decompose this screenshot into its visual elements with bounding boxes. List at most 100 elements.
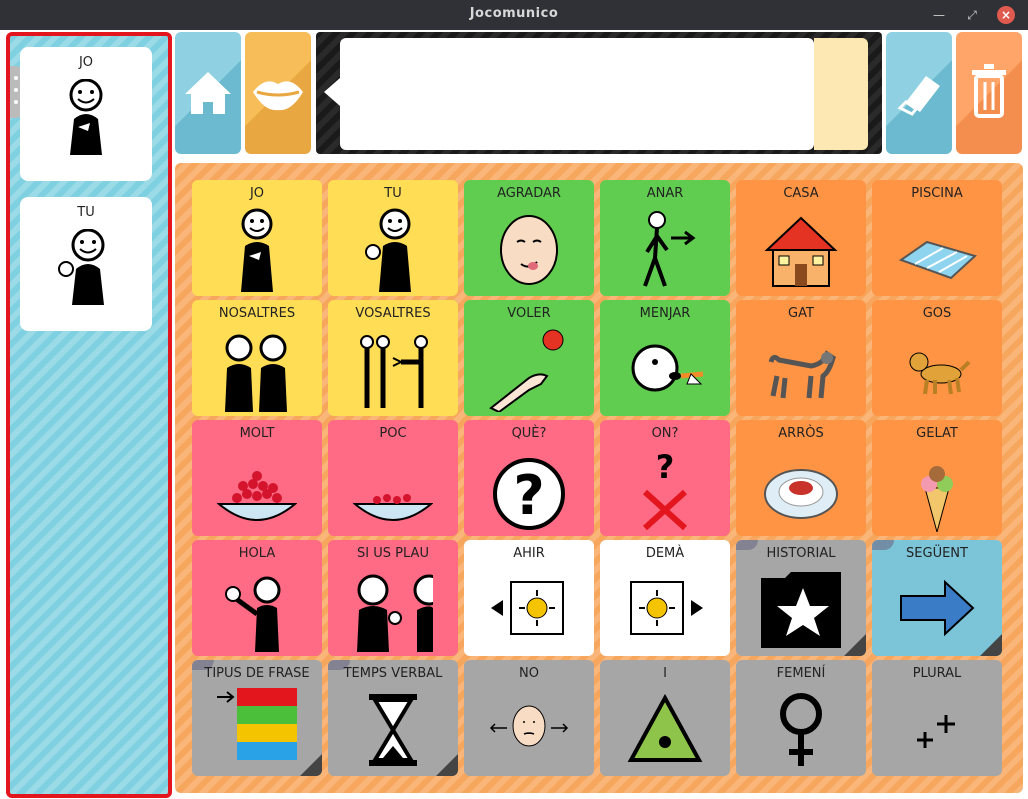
female-symbol-icon (780, 693, 822, 766)
please-icon (357, 574, 433, 652)
board-cell-jo[interactable]: JO (192, 180, 322, 296)
cell-label: TU (384, 186, 402, 201)
you-icon (365, 208, 411, 292)
cell-label: AHIR (513, 546, 545, 561)
board-cell-femeni[interactable]: FEMENÍ (736, 660, 866, 776)
cell-label: SEGÜENT (906, 546, 968, 561)
board-cell-piscina[interactable]: PISCINA (872, 180, 1002, 296)
star-folder-icon (761, 572, 841, 648)
board-cell-dema[interactable]: DEMÀ (600, 540, 730, 656)
reaching-hand-icon (489, 329, 564, 412)
yesterday-icon (491, 581, 564, 635)
walking-person-icon (643, 211, 696, 287)
board-cell-plural[interactable]: PLURAL (872, 660, 1002, 776)
board-cell-gat[interactable]: GAT (736, 300, 866, 416)
speak-button[interactable] (245, 32, 311, 154)
eraser-icon (897, 76, 940, 116)
board-cell-arros[interactable]: ARRÒS (736, 420, 866, 536)
sentence-type-icon (217, 688, 297, 760)
cell-label: VOLER (507, 306, 551, 321)
board-folder-seguent[interactable]: SEGÜENT (872, 540, 1002, 656)
eating-icon (631, 344, 704, 392)
hourglass-icon (369, 694, 417, 766)
cell-label: PISCINA (911, 186, 963, 201)
where-icon: ? (642, 448, 688, 531)
sentence-end-cap (814, 38, 868, 150)
cell-label: ON? (651, 426, 679, 441)
cell-label: ANAR (646, 186, 684, 201)
top-toolbar (175, 32, 1023, 154)
board-cell-hola[interactable]: HOLA (192, 540, 322, 656)
triangle-dot-icon (627, 693, 703, 762)
board-cell-on[interactable]: ON? ? (600, 420, 730, 536)
person-pointing-you-icon (58, 229, 105, 305)
restore-icon[interactable]: ⤢ (963, 6, 981, 24)
board-cell-gelat[interactable]: GELAT (872, 420, 1002, 536)
board-cell-poc[interactable]: POC (328, 420, 458, 536)
cell-label: MENJAR (639, 306, 691, 321)
board-cell-vosaltres[interactable]: VOSALTRES (328, 300, 458, 416)
svg-text:?: ? (513, 464, 544, 527)
sidebar-item-tu[interactable]: TU (20, 197, 152, 331)
board-cell-ahir[interactable]: AHIR (464, 540, 594, 656)
folder-corner (436, 754, 458, 776)
sentence-display[interactable] (340, 38, 814, 150)
board-cell-tu[interactable]: TU (328, 180, 458, 296)
board-folder-tipus-de-frase[interactable]: TIPUS DE FRASE (192, 660, 322, 776)
person-pointing-self-icon (69, 79, 103, 155)
cell-label: MOLT (239, 426, 275, 441)
licking-face-icon (500, 215, 558, 285)
dog-icon (909, 352, 971, 395)
sidebar-item-jo[interactable]: JO (20, 47, 152, 181)
communication-board: JO TU AGRADAR ANAR CASA PISCINA NOSALTRE… (175, 163, 1023, 793)
board-cell-nosaltres[interactable]: NOSALTRES (192, 300, 322, 416)
sentence-pointer (324, 78, 340, 106)
cell-label: TEMPS VERBAL (343, 666, 443, 681)
pool-icon (898, 240, 977, 280)
board-cell-anar[interactable]: ANAR (600, 180, 730, 296)
delete-button[interactable] (956, 32, 1022, 154)
home-button[interactable] (175, 32, 241, 154)
cell-label: QUÈ? (511, 426, 547, 441)
close-icon[interactable]: × (997, 6, 1015, 24)
board-cell-si-us-plau[interactable]: SI US PLAU (328, 540, 458, 656)
folder-corner (300, 754, 322, 776)
board-cell-molt[interactable]: MOLT (192, 420, 322, 536)
you-plural-icon (360, 335, 428, 408)
waving-person-icon (225, 576, 281, 652)
cell-label: NOSALTRES (218, 306, 296, 321)
sidebar-item-label: TU (77, 205, 95, 220)
board-folder-temps-verbal[interactable]: TEMPS VERBAL (328, 660, 458, 776)
arrow-right-icon (900, 579, 975, 637)
cell-label: TIPUS DE FRASE (204, 666, 310, 681)
board-cell-voler[interactable]: VOLER (464, 300, 594, 416)
bowl-full-icon (217, 471, 297, 521)
board-cell-gos[interactable]: GOS (872, 300, 1002, 416)
trash-icon (972, 64, 1006, 118)
cell-label: NO (519, 666, 539, 681)
app-body: JO TU JO TU AGRADAR ANAR CASA PISCINA NO… (0, 30, 1028, 799)
minimize-icon[interactable]: — (930, 6, 948, 24)
sidebar-panel: JO TU (6, 32, 172, 798)
cell-label: HISTORIAL (766, 546, 836, 561)
tomorrow-icon (630, 581, 703, 635)
board-cell-menjar[interactable]: MENJAR (600, 300, 730, 416)
plural-plus-icon (917, 715, 955, 748)
title-bar: Jocomunico — ⤢ × (0, 0, 1028, 30)
cell-label: SI US PLAU (357, 546, 429, 561)
cell-label: CASA (783, 186, 819, 201)
me-icon (241, 208, 273, 292)
folder-corner (844, 634, 866, 656)
cell-label: AGRADAR (497, 186, 561, 201)
board-cell-i[interactable]: I (600, 660, 730, 776)
board-cell-que[interactable]: QUÈ? ? (464, 420, 594, 536)
erase-last-button[interactable] (886, 32, 952, 154)
board-cell-no[interactable]: NO (464, 660, 594, 776)
board-cell-casa[interactable]: CASA (736, 180, 866, 296)
cell-label: I (663, 666, 667, 681)
board-cell-agradar[interactable]: AGRADAR (464, 180, 594, 296)
window-title: Jocomunico (469, 6, 559, 21)
svg-text:?: ? (656, 448, 675, 486)
board-folder-historial[interactable]: HISTORIAL (736, 540, 866, 656)
house-icon (764, 216, 838, 287)
